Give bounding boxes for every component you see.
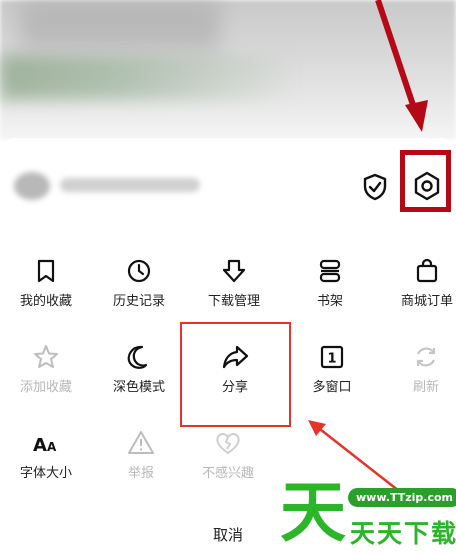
avatar[interactable] [14,172,50,200]
menu-item-label: 历史记录 [112,294,165,309]
settings-highlight-box [400,150,451,212]
menu-item-label: 深色模式 [112,380,165,395]
menu-item-label: 下载管理 [207,294,260,309]
shopping-bag-icon [416,258,438,283]
bookshelf-icon [319,259,341,283]
share-highlight-box [180,322,291,427]
font-size-icon: A A [33,435,57,456]
star-icon [34,345,58,368]
menu-item-font-size[interactable]: A A 字体大小 [6,428,86,482]
menu-item-downloads[interactable]: 下载管理 [194,256,274,310]
menu-item-bookshelf[interactable]: 书架 [290,256,370,310]
menu-item-label: 举报 [127,466,154,481]
menu-item-orders[interactable]: 商城订单 [387,256,456,310]
window-count-badge: 1 [327,352,336,367]
annotation-arrow-icon [375,0,428,132]
watermark-text: 天天下载 [350,519,456,548]
moon-icon [127,345,148,369]
svg-text:A: A [47,440,57,454]
watermark-url: www.TTzip.com [348,488,456,507]
menu-item-dark-mode[interactable]: 深色模式 [99,342,179,396]
menu-item-favorites[interactable]: 我的收藏 [6,256,86,310]
menu-item-label: 刷新 [412,380,439,395]
clock-icon [127,259,151,283]
site-watermark-logo: 天 www.TTzip.com 天天下载 [280,478,456,555]
svg-text:A: A [33,435,47,456]
window-count-icon: 1 [320,345,344,369]
shield-check-icon[interactable] [360,172,390,202]
menu-item-label: 不感兴趣 [201,466,254,481]
download-icon [222,259,246,283]
menu-item-label: 添加收藏 [19,380,72,395]
menu-item-label: 我的收藏 [19,294,72,309]
menu-item-multi-window[interactable]: 1 多窗口 [292,342,372,396]
menu-item-refresh[interactable]: 刷新 [386,342,456,396]
watermark-big-glyph: 天 [280,474,346,551]
menu-item-label: 字体大小 [19,466,72,481]
blurred-page-content [0,55,300,100]
refresh-icon [416,347,436,367]
warning-icon [128,431,154,454]
bookmark-icon [37,259,55,283]
menu-item-label: 商城订单 [400,294,453,309]
menu-item-history[interactable]: 历史记录 [99,256,179,310]
broken-heart-icon [216,433,240,454]
menu-item-label: 书架 [316,294,343,309]
blurred-page-image [20,0,220,50]
menu-item-label: 多窗口 [312,380,352,395]
profile-name-blurred[interactable] [60,178,200,192]
menu-item-add-favorite[interactable]: 添加收藏 [6,342,86,396]
menu-item-report[interactable]: 举报 [101,428,181,482]
menu-item-not-interested[interactable]: 不感兴趣 [188,428,268,482]
